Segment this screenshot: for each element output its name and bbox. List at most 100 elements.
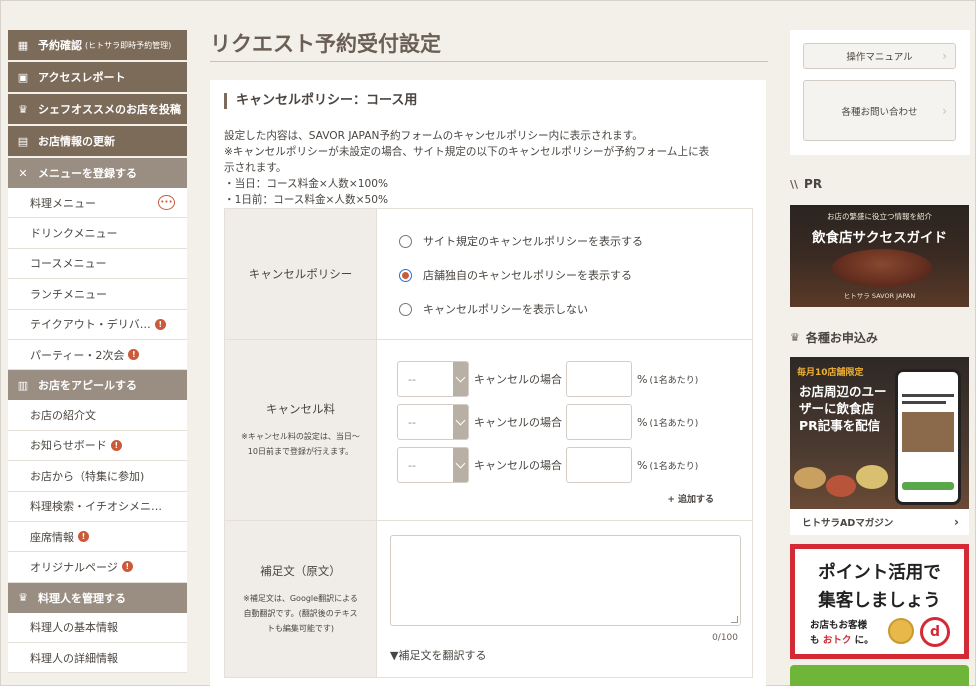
point-campaign-banner[interactable]: ポイント活用で 集客しましょう お店もお客様 も おトク に。 d (790, 544, 969, 659)
sidebar-item-notice-board[interactable]: お知らせボード ! (8, 430, 187, 462)
section-title: キャンセルポリシー：コース用 (224, 93, 417, 109)
supplement-note: ※補足文は、Google翻訳による 自動翻訳です。(翻訳後のテキス トも編集可能… (243, 591, 358, 636)
main-content: キャンセルポリシー：コース用 設定した内容は、SAVOR JAPAN予約フォーム… (210, 80, 766, 686)
sidebar-header-label: メニューを登録する (38, 167, 137, 180)
inquiry-button[interactable]: 各種お問い合わせ › (803, 80, 956, 141)
alert-badge: ! (78, 531, 89, 543)
apply-heading: ♛ 各種お申込み (790, 329, 878, 346)
manual-button[interactable]: 操作マニュアル › (803, 43, 956, 69)
supplement-fields: 0/100 ▼補足文を翻訳する (377, 521, 752, 677)
banner-text: お店周辺のユーザーに飲食店PR記事を配信 (799, 384, 887, 433)
sidebar-header-sub: (ヒトサラ即時予約管理) (85, 40, 172, 50)
chef-hat-icon: ♛ (790, 331, 800, 344)
sidebar-item-dish-search[interactable]: 料理検索・イチオシメニ… (8, 491, 187, 522)
rss-icon: \\ (790, 177, 799, 191)
sidebar-item-seats[interactable]: 座席情報 ! (8, 521, 187, 553)
row-label: 補足文（原文） (260, 563, 341, 578)
note-line: 10日前まで登録が行えます。 (247, 447, 354, 456)
fee-line-3: -- キャンセルの場合 % (1名あたり) (397, 447, 698, 483)
sidebar-item-original-page[interactable]: オリジナルページ ! (8, 552, 187, 583)
policy-label: キャンセルポリシー (225, 209, 377, 339)
sidebar-header-chef-post[interactable]: ♛ シェフオススメのお店を投稿 (8, 94, 187, 124)
desc-line: 示されます。 (224, 162, 287, 174)
radio-button-checked[interactable] (399, 268, 412, 282)
settings-form: キャンセルポリシー サイト規定のキャンセルポリシーを表示する 店舗独自のキャンセ… (224, 208, 753, 678)
button-label: 各種お問い合わせ (841, 106, 918, 118)
sidebar-item-chef-detail[interactable]: 料理人の詳細情報 (8, 643, 187, 674)
percent-input[interactable] (566, 361, 632, 397)
chevron-down-icon (453, 405, 468, 439)
alert-badge: ! (154, 318, 166, 330)
per-person-text: (1名あたり) (649, 375, 699, 386)
sidebar-item-feature[interactable]: お店から（特集に参加) (8, 461, 187, 492)
days-select[interactable]: -- (397, 404, 469, 440)
policy-option-site-default[interactable]: サイト規定のキャンセルポリシーを表示する (399, 233, 643, 249)
banner-tag: 毎月10店舗限定 (797, 368, 864, 378)
days-select[interactable]: -- (397, 361, 469, 397)
char-counter: 0/100 (712, 633, 738, 643)
percent-input[interactable] (566, 404, 632, 440)
sidebar-item-intro[interactable]: お店の紹介文 (8, 400, 187, 431)
case-text: キャンセルの場合 (474, 373, 562, 386)
sidebar-header-menu[interactable]: ✕ メニューを登録する (8, 158, 187, 188)
sidebar-header-shop-update[interactable]: ▤ お店情報の更新 (8, 126, 187, 156)
fee-line-2: -- キャンセルの場合 % (1名あたり) (397, 404, 698, 440)
supplement-textarea[interactable] (390, 535, 741, 626)
sidebar-item-chef-basic[interactable]: 料理人の基本情報 (8, 612, 187, 644)
radio-label: サイト規定のキャンセルポリシーを表示する (423, 235, 643, 248)
banner-line: ポイント活用で (818, 563, 941, 583)
sub-line: に。 (851, 635, 874, 646)
per-person-text: (1名あたり) (649, 418, 699, 429)
supplement-label: 補足文（原文） ※補足文は、Google翻訳による 自動翻訳です。(翻訳後のテキ… (225, 521, 377, 677)
add-fee-button[interactable]: + 追加する (667, 492, 714, 505)
sidebar-item-party[interactable]: パーティー・2次会 ! (8, 339, 187, 371)
sidebar-header-label: アクセスレポート (38, 71, 126, 84)
policy-option-hide[interactable]: キャンセルポリシーを表示しない (399, 301, 588, 317)
heading-label: PR (804, 177, 823, 191)
percent-unit: % (637, 415, 648, 429)
sidebar-item-food-menu[interactable]: 料理メニュー ••• (8, 188, 187, 219)
button-label: 操作マニュアル (846, 52, 913, 63)
cancel-fee-fields: -- キャンセルの場合 % (1名あたり) -- キャンセルの場合 % (1名あ… (377, 340, 752, 520)
policy-row: キャンセルポリシー サイト規定のキャンセルポリシーを表示する 店舗独自のキャンセ… (225, 209, 752, 340)
sidebar-header-label: シェフオススメのお店を投稿 (38, 103, 181, 116)
chat-icon: ••• (158, 195, 175, 210)
percent-input[interactable] (566, 447, 632, 483)
sidebar-item-lunch-menu[interactable]: ランチメニュー (8, 279, 187, 310)
success-guide-banner[interactable]: お店の繁盛に役立つ情報を紹介 飲食店サクセスガイド ヒトサラ SAVOR JAP… (790, 205, 969, 307)
policy-option-shop-custom[interactable]: 店舗独自のキャンセルポリシーを表示する (399, 267, 632, 283)
sidebar-header-label: 料理人を管理する (38, 591, 126, 605)
phone-mockup (895, 369, 961, 505)
sidebar-item-course-menu[interactable]: コースメニュー (8, 248, 187, 280)
case-text: キャンセルの場合 (474, 459, 562, 472)
percent-unit: % (637, 458, 648, 472)
coin-icon (888, 618, 914, 644)
chevron-right-icon: › (954, 515, 959, 529)
days-select[interactable]: -- (397, 447, 469, 483)
sidebar-header-reservation[interactable]: ▦ 予約確認 (ヒトサラ即時予約管理) (8, 30, 187, 60)
chevron-down-icon (453, 362, 468, 396)
banner-title: 飲食店サクセスガイド (812, 230, 947, 246)
chef-hat-icon: ♛ (18, 591, 28, 605)
fee-note: ※キャンセル料の設定は、当日〜 10日前まで登録が行えます。 (241, 429, 360, 459)
sidebar-item-label: 座席情報 (30, 530, 74, 544)
sidebar-header-chef-manage[interactable]: ♛ 料理人を管理する (8, 582, 187, 613)
radio-button[interactable] (399, 302, 412, 316)
next-banner[interactable] (790, 665, 969, 686)
sidebar-header-access[interactable]: ▣ アクセスレポート (8, 62, 187, 92)
sidebar-header-appeal[interactable]: ▥ お店をアピールする (8, 370, 187, 401)
banner-line: 集客しましょう (818, 591, 941, 611)
translate-toggle[interactable]: ▼補足文を翻訳する (390, 647, 486, 663)
sidebar-item-drink-menu[interactable]: ドリンクメニュー (8, 218, 187, 249)
d-point-icon: d (920, 617, 950, 647)
desc-line: ※キャンセルポリシーが未設定の場合、サイト規定の以下のキャンセルポリシーが予約フ… (224, 146, 710, 158)
dish-image (826, 475, 856, 497)
radio-button[interactable] (399, 234, 412, 248)
select-value: -- (408, 458, 416, 472)
sidebar-item-takeout[interactable]: テイクアウト・デリバ… ! (8, 309, 187, 340)
sidebar-item-label: お知らせボード (30, 439, 107, 453)
chef-hat-icon: ♛ (18, 102, 28, 116)
ad-magazine-banner[interactable]: 毎月10店舗限定 お店周辺のユーザーに飲食店PR記事を配信 (790, 357, 969, 509)
ad-magazine-link[interactable]: ヒトサラADマガジン › (790, 509, 969, 535)
resize-handle-icon[interactable] (731, 616, 738, 623)
